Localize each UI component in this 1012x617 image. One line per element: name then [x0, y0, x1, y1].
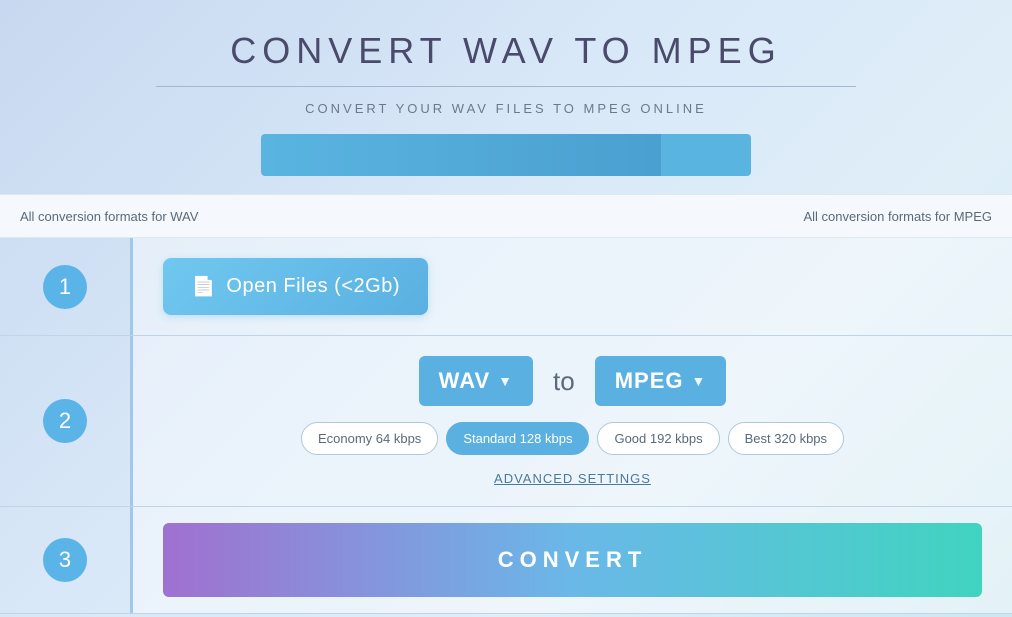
step-2-row: 2 WAV ▼ to MPEG ▼ Economy 64 kbps Standa…: [0, 336, 1012, 507]
upload-bar-area: [20, 134, 992, 176]
conversion-row: WAV ▼ to MPEG ▼: [419, 356, 727, 406]
step-3-content: CONVERT: [130, 507, 1012, 613]
quality-economy-button[interactable]: Economy 64 kbps: [301, 422, 438, 455]
step-1-circle: 1: [43, 265, 87, 309]
from-format-button[interactable]: WAV ▼: [419, 356, 533, 406]
nav-bar: All conversion formats for WAV All conve…: [0, 194, 1012, 238]
quality-good-button[interactable]: Good 192 kbps: [597, 422, 719, 455]
upload-bar-main: [261, 134, 661, 176]
steps-container: 1 📄 Open Files (<2Gb) 2 WAV ▼ to: [0, 238, 1012, 614]
step-3-circle: 3: [43, 538, 87, 582]
convert-button[interactable]: CONVERT: [163, 523, 982, 597]
to-format-button[interactable]: MPEG ▼: [595, 356, 727, 406]
step-2-circle: 2: [43, 399, 87, 443]
open-files-button[interactable]: 📄 Open Files (<2Gb): [163, 258, 428, 315]
step-2-number-col: 2: [0, 336, 130, 506]
from-format-chevron-icon: ▼: [498, 373, 513, 389]
to-format-chevron-icon: ▼: [691, 373, 706, 389]
step-3-number-col: 3: [0, 507, 130, 613]
nav-link-mpeg[interactable]: All conversion formats for MPEG: [803, 197, 992, 236]
nav-link-wav[interactable]: All conversion formats for WAV: [20, 197, 198, 236]
quality-standard-button[interactable]: Standard 128 kbps: [446, 422, 589, 455]
header: CONVERT WAV TO MPEG CONVERT YOUR WAV FIL…: [0, 0, 1012, 186]
advanced-settings-link[interactable]: ADVANCED SETTINGS: [494, 471, 651, 486]
file-icon: 📄: [191, 274, 216, 299]
step-2-content: WAV ▼ to MPEG ▼ Economy 64 kbps Standard…: [130, 336, 1012, 506]
step-3-row: 3 CONVERT: [0, 507, 1012, 614]
quality-best-button[interactable]: Best 320 kbps: [728, 422, 844, 455]
page-title: CONVERT WAV TO MPEG: [20, 30, 992, 72]
to-text: to: [553, 366, 575, 397]
step-1-number-col: 1: [0, 238, 130, 335]
step-1-content: 📄 Open Files (<2Gb): [130, 238, 1012, 335]
subtitle: CONVERT YOUR WAV FILES TO MPEG ONLINE: [20, 101, 992, 116]
step-1-row: 1 📄 Open Files (<2Gb): [0, 238, 1012, 336]
upload-bar-right: [661, 134, 751, 176]
quality-options: Economy 64 kbps Standard 128 kbps Good 1…: [301, 422, 844, 455]
divider: [156, 86, 856, 87]
